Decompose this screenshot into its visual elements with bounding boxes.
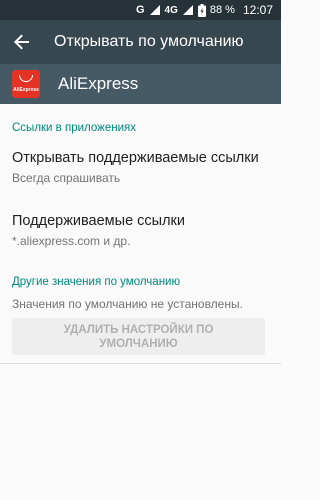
app-header: AliExpress AliExpress (0, 64, 281, 104)
open-supported-links-title: Открывать поддерживаемые ссылки (12, 150, 259, 166)
arrow-back-icon (14, 34, 29, 50)
supported-links-title: Поддерживаемые ссылки (12, 213, 185, 229)
back-button[interactable] (0, 20, 44, 64)
network-label: G (135, 4, 145, 16)
shopping-bag-icon (19, 75, 33, 82)
app-name: AliExpress (58, 74, 139, 93)
app-icon-text: AliExpress (13, 87, 39, 93)
section-header-other-defaults: Другие значения по умолчанию (12, 276, 181, 288)
signal-icon (182, 4, 194, 16)
status-bar: G 4G 88 % 12:07 (0, 0, 281, 20)
supported-links-value: *.aliexpress.com и др. (12, 234, 131, 248)
signal-icon (149, 4, 161, 16)
section-header-app-links: Ссылки в приложениях (12, 122, 136, 134)
clock: 12:07 (242, 3, 273, 17)
clear-defaults-button[interactable]: УДАЛИТЬ НАСТРОЙКИ ПО УМОЛЧАНИЮ (12, 318, 265, 355)
battery-percent: 88 % (209, 4, 235, 16)
toolbar: Открывать по умолчанию (0, 20, 281, 64)
open-supported-links-value: Всегда спрашивать (12, 171, 121, 185)
aliexpress-logo-icon: AliExpress (12, 70, 40, 98)
page-title: Открывать по умолчанию (54, 33, 244, 50)
divider (0, 363, 281, 364)
battery-icon (197, 3, 206, 17)
defaults-description: Значения по умолчанию не установлены. (12, 297, 243, 311)
network-type: 4G (164, 4, 178, 16)
